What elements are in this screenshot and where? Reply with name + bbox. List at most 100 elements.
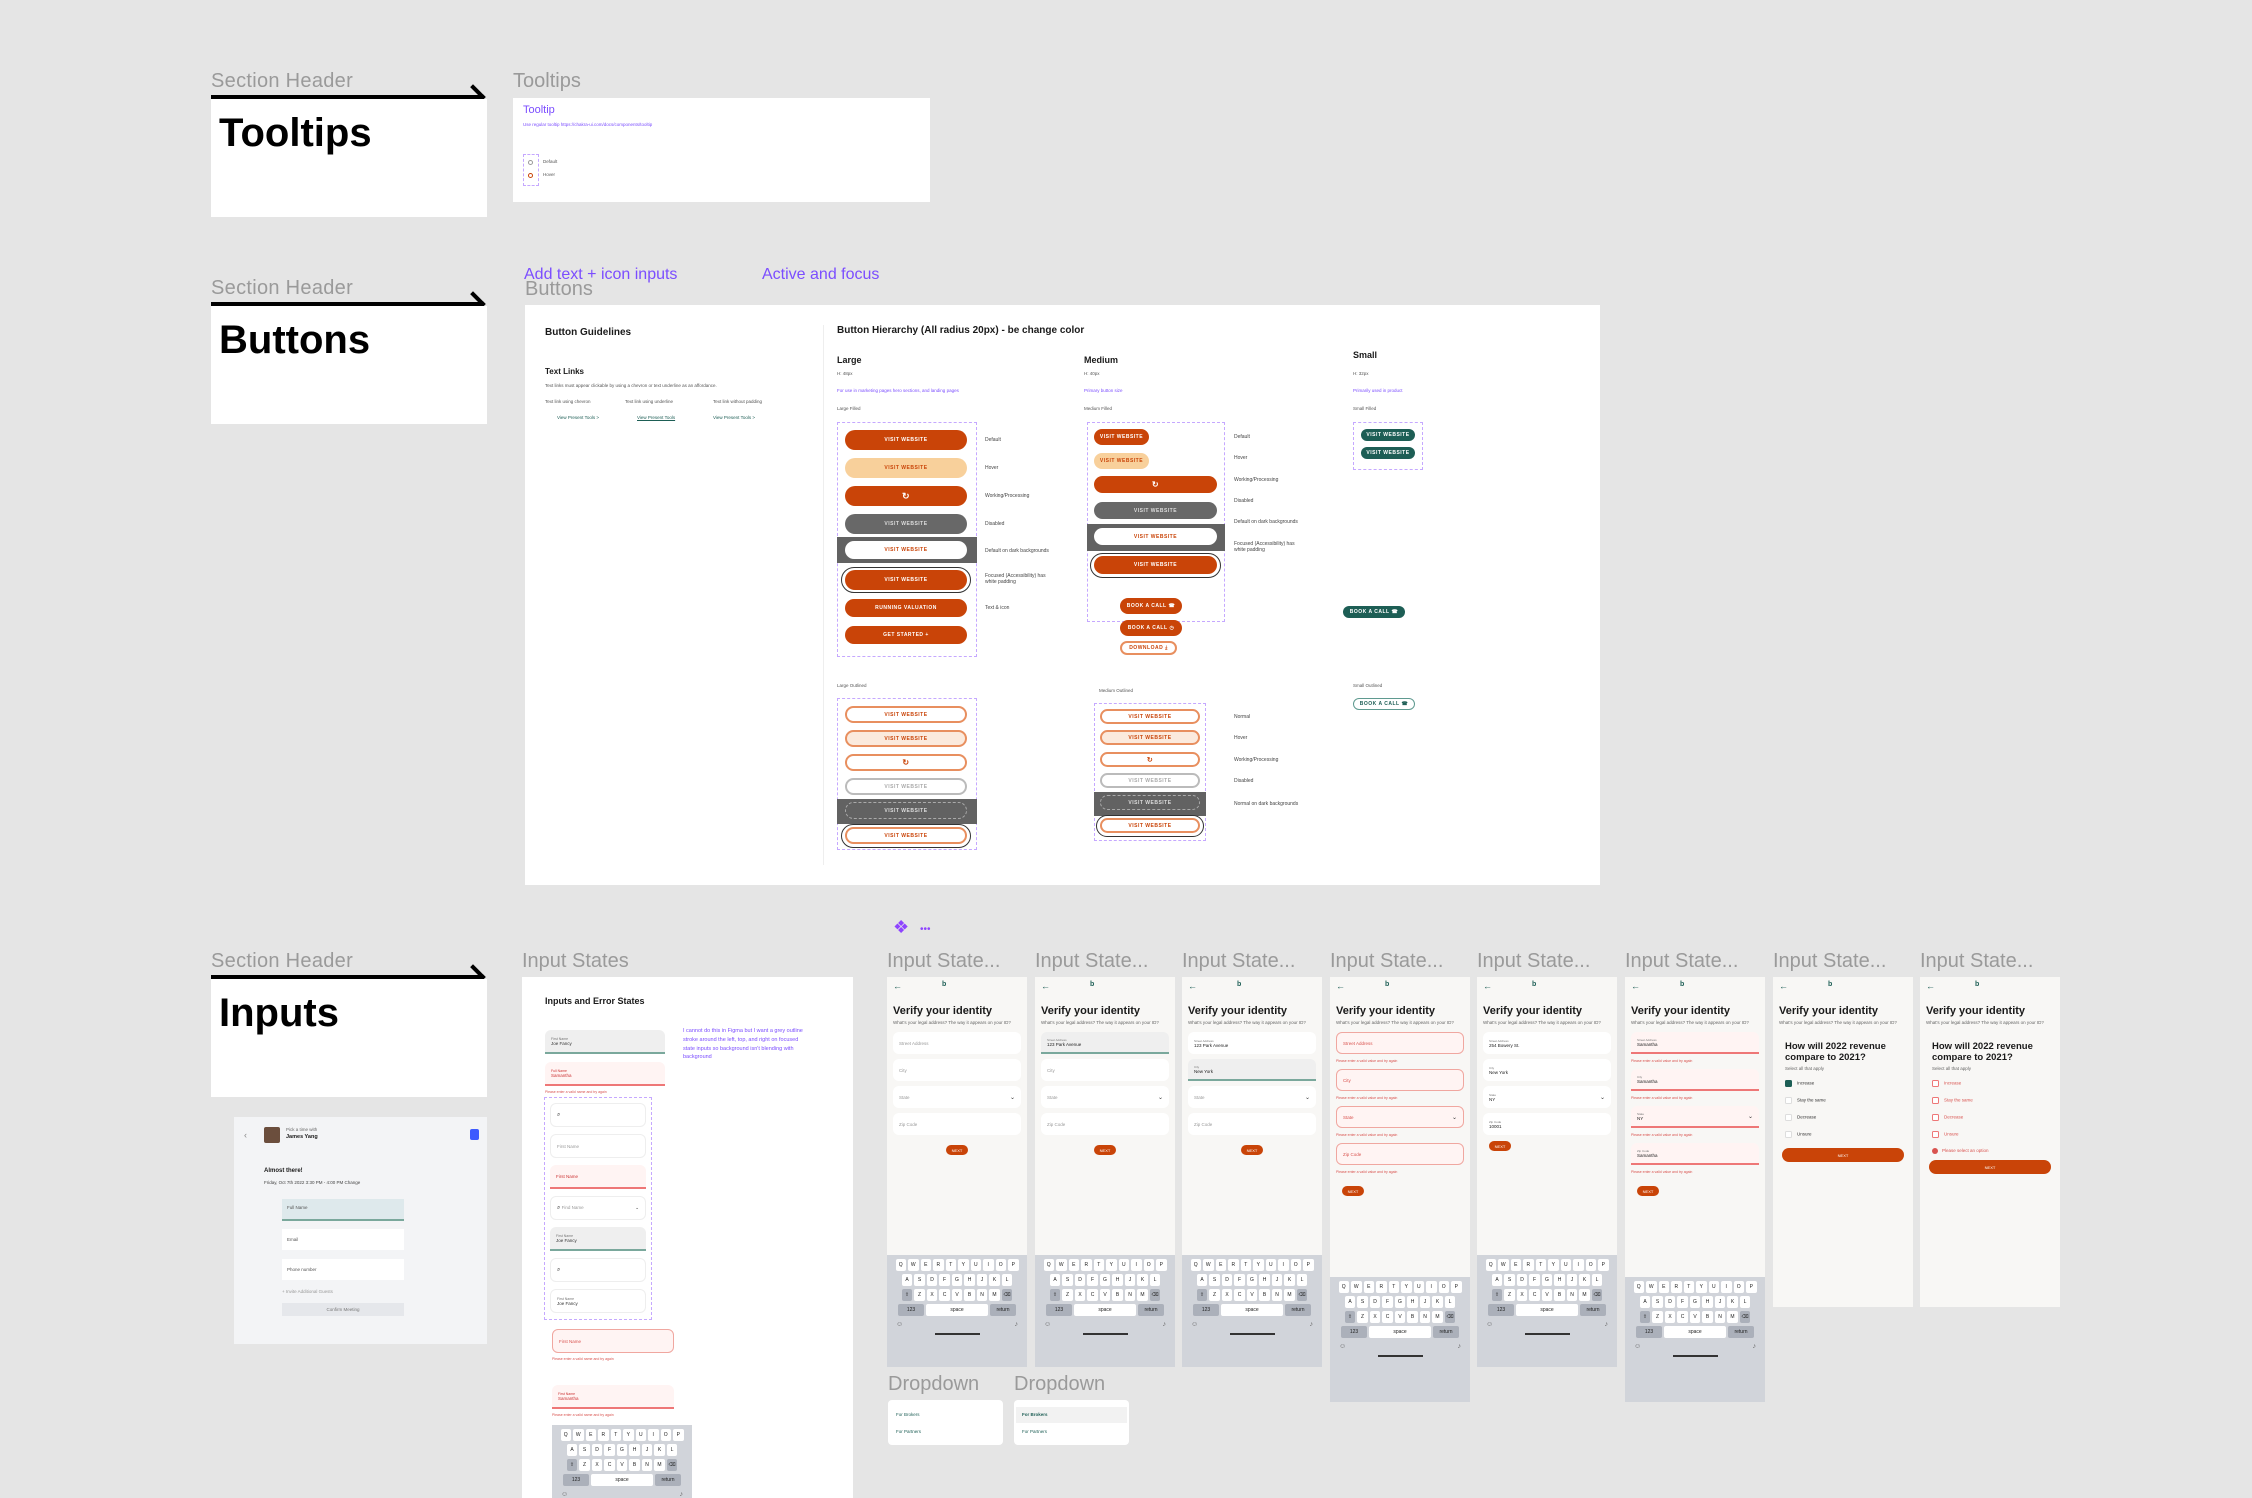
key[interactable]: M xyxy=(654,1459,665,1471)
key[interactable]: Y xyxy=(1548,1259,1559,1271)
emoji-icon[interactable]: ☺ xyxy=(1339,1343,1346,1350)
key[interactable]: H xyxy=(964,1274,975,1286)
key[interactable]: U xyxy=(1118,1259,1129,1271)
key[interactable]: O xyxy=(1290,1259,1301,1271)
key[interactable]: V xyxy=(1099,1289,1111,1301)
key[interactable]: I xyxy=(648,1429,659,1441)
key[interactable]: L xyxy=(1149,1274,1161,1286)
key[interactable]: A xyxy=(566,1444,578,1456)
back-arrow-icon[interactable]: ← xyxy=(1188,981,1197,991)
key[interactable]: V xyxy=(616,1459,628,1471)
key[interactable]: Q xyxy=(1485,1259,1496,1271)
key[interactable]: M xyxy=(989,1289,1000,1301)
backspace-key[interactable]: ⌫ xyxy=(1149,1289,1161,1301)
outlined-button-hover[interactable]: VISIT WEBSITE xyxy=(845,730,967,747)
key[interactable]: E xyxy=(585,1429,596,1441)
add-guests-link[interactable]: + Invite Additional Guests xyxy=(282,1289,333,1294)
backspace-key[interactable]: ⌫ xyxy=(1444,1311,1456,1323)
checkbox-option[interactable]: Increase xyxy=(1926,1080,2054,1088)
address-input[interactable]: City xyxy=(1336,1069,1464,1092)
back-arrow-icon[interactable]: ← xyxy=(1926,981,1935,991)
shift-key[interactable]: ⇧ xyxy=(1639,1311,1651,1323)
find-name-select[interactable]: ⌕ Find Name ⌄ xyxy=(550,1196,646,1220)
loading-spinner-icon[interactable]: ↻ xyxy=(1094,476,1217,493)
key[interactable]: F xyxy=(1677,1296,1688,1308)
key[interactable]: V xyxy=(1394,1311,1406,1323)
address-input[interactable]: Street Address 123 Park Avenue xyxy=(1041,1032,1169,1055)
visit-website-button[interactable]: VISIT WEBSITE xyxy=(1094,429,1149,445)
key[interactable]: R xyxy=(933,1259,944,1271)
key[interactable]: R xyxy=(598,1429,609,1441)
checkbox-option[interactable]: Stay the same xyxy=(1779,1097,1907,1105)
text-link[interactable]: View Present Tools > xyxy=(713,415,755,420)
next-button[interactable]: NEXT xyxy=(1241,1145,1263,1156)
input-plain[interactable]: First Name Joe Fancy xyxy=(550,1289,646,1313)
key[interactable]: A xyxy=(1639,1296,1651,1308)
address-input[interactable]: City New York xyxy=(1188,1059,1316,1082)
key[interactable]: F xyxy=(1529,1274,1540,1286)
visit-website-button-hover[interactable]: VISIT WEBSITE xyxy=(1094,453,1149,469)
next-button[interactable]: NEXT xyxy=(1094,1145,1116,1156)
key[interactable]: G xyxy=(1246,1274,1258,1286)
key[interactable]: E xyxy=(920,1259,931,1271)
key[interactable]: R xyxy=(1228,1259,1239,1271)
visit-website-button-focused[interactable]: VISIT WEBSITE xyxy=(845,570,967,590)
key[interactable]: F xyxy=(939,1274,950,1286)
backspace-key[interactable]: ⌫ xyxy=(1001,1289,1013,1301)
key[interactable]: J xyxy=(1714,1296,1726,1308)
key[interactable]: A xyxy=(1196,1274,1208,1286)
visit-website-button-on-dark[interactable]: VISIT WEBSITE xyxy=(1094,528,1217,545)
key[interactable]: Q xyxy=(895,1259,906,1271)
key[interactable]: F xyxy=(1234,1274,1245,1286)
key[interactable]: W xyxy=(1351,1281,1362,1293)
key[interactable]: G xyxy=(1099,1274,1111,1286)
key[interactable]: Q xyxy=(1633,1281,1644,1293)
emoji-icon[interactable]: ☺ xyxy=(1634,1343,1641,1350)
key[interactable]: U xyxy=(635,1429,646,1441)
key[interactable]: H xyxy=(1702,1296,1713,1308)
key[interactable]: B xyxy=(1554,1289,1565,1301)
address-input[interactable]: City Samantha xyxy=(1631,1069,1759,1092)
emoji-icon[interactable]: ☺ xyxy=(896,1321,903,1328)
key[interactable]: F xyxy=(604,1444,615,1456)
key[interactable]: L xyxy=(1739,1296,1751,1308)
key[interactable]: X xyxy=(591,1459,603,1471)
key[interactable]: P xyxy=(1746,1281,1757,1293)
key[interactable]: Z xyxy=(1357,1311,1368,1323)
visit-website-button-hover[interactable]: VISIT WEBSITE xyxy=(845,458,967,478)
next-button[interactable]: NEXT xyxy=(946,1145,968,1156)
key[interactable]: J xyxy=(1271,1274,1283,1286)
key[interactable]: G xyxy=(1689,1296,1701,1308)
backspace-key[interactable]: ⌫ xyxy=(1739,1311,1751,1323)
address-input[interactable]: State ⌄ xyxy=(1188,1086,1316,1109)
book-a-call-button[interactable]: BOOK A CALL ☎ xyxy=(1120,598,1182,614)
key[interactable]: Q xyxy=(1190,1259,1201,1271)
key[interactable]: P xyxy=(1156,1259,1167,1271)
key[interactable]: W xyxy=(1498,1259,1509,1271)
address-input[interactable]: State ⌄ xyxy=(1336,1106,1464,1129)
info-icon[interactable] xyxy=(528,173,533,178)
address-input[interactable]: Zip Code xyxy=(1041,1113,1169,1136)
shift-key[interactable]: ⇧ xyxy=(1049,1289,1061,1301)
key[interactable]: N xyxy=(1124,1289,1136,1301)
key[interactable]: W xyxy=(908,1259,919,1271)
visit-website-button-small[interactable]: VISIT WEBSITE xyxy=(1361,429,1415,441)
key[interactable]: E xyxy=(1658,1281,1669,1293)
key[interactable]: T xyxy=(1683,1281,1694,1293)
key[interactable]: V xyxy=(1246,1289,1258,1301)
space-key[interactable]: space xyxy=(591,1474,653,1486)
checkbox-option[interactable]: Unsure xyxy=(1926,1131,2054,1139)
back-arrow-icon[interactable]: ← xyxy=(1483,981,1492,991)
key[interactable]: B xyxy=(1112,1289,1123,1301)
key[interactable]: X xyxy=(1074,1289,1086,1301)
key[interactable]: F xyxy=(1087,1274,1098,1286)
key[interactable]: I xyxy=(1573,1259,1584,1271)
checkbox[interactable] xyxy=(1785,1131,1792,1139)
address-input[interactable]: Zip Code 10001 xyxy=(1483,1113,1611,1136)
numbers-key[interactable]: 123 xyxy=(898,1304,924,1316)
numbers-key[interactable]: 123 xyxy=(1636,1326,1662,1338)
address-input[interactable]: Street Address Samantha xyxy=(1631,1032,1759,1055)
backspace-key[interactable]: ⌫ xyxy=(666,1459,678,1471)
key[interactable]: M xyxy=(1284,1289,1295,1301)
key[interactable]: V xyxy=(1541,1289,1553,1301)
